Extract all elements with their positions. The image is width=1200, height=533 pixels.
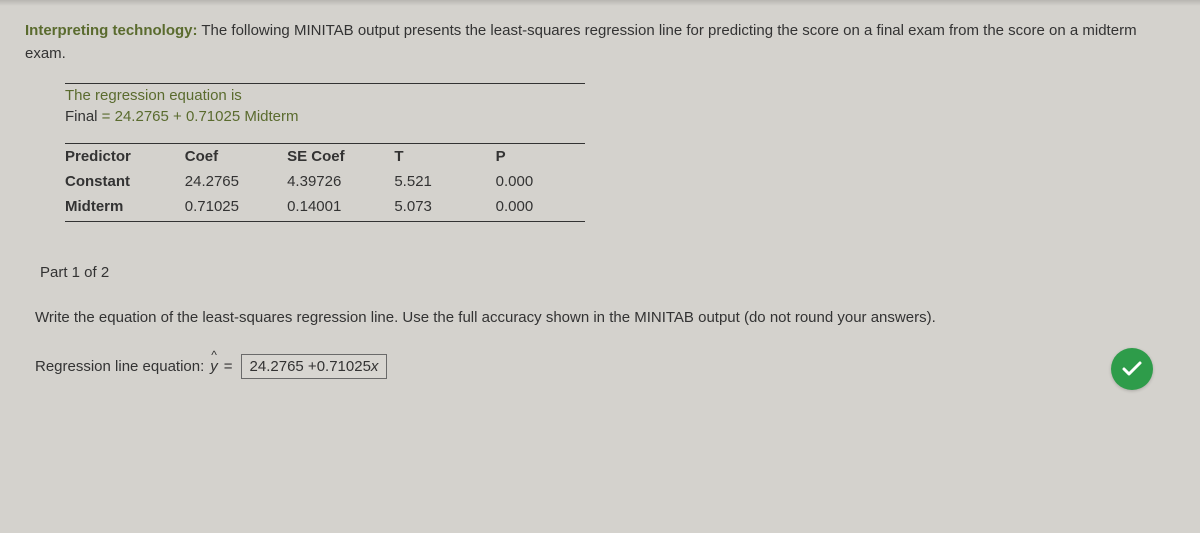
answer-eq: = xyxy=(224,358,233,375)
correct-badge xyxy=(1111,348,1153,390)
cell-se-0: 4.39726 xyxy=(287,169,394,194)
answer-line: Regression line equation: y = 24.2765 +0… xyxy=(35,354,1175,379)
intro-paragraph: Interpreting technology: The following M… xyxy=(25,20,1175,65)
table-header-row: Predictor Coef SE Coef T P xyxy=(65,144,585,170)
cell-t-1: 5.073 xyxy=(394,194,471,222)
yhat-symbol: y xyxy=(210,358,218,375)
th-coef: Coef xyxy=(185,144,287,170)
th-t: T xyxy=(394,144,471,170)
th-secoef: SE Coef xyxy=(287,144,394,170)
predictor-table: Predictor Coef SE Coef T P Constant 24.2… xyxy=(65,143,585,222)
regression-header: The regression equation is xyxy=(65,87,1175,104)
answer-value: 24.2765 +0.71025 xyxy=(250,358,371,375)
cell-coef-1: 0.71025 xyxy=(185,194,287,222)
cell-se-1: 0.14001 xyxy=(287,194,394,222)
reg-lhs: Final xyxy=(65,108,98,125)
reg-rhs: 24.2765 + 0.71025 Midterm xyxy=(115,108,299,125)
check-icon xyxy=(1120,357,1144,381)
answer-label: Regression line equation: xyxy=(35,358,204,375)
regression-block: The regression equation is Final = 24.27… xyxy=(65,83,1175,125)
cell-name-1: Midterm xyxy=(65,194,185,222)
cell-t-0: 5.521 xyxy=(394,169,471,194)
answer-xvar: x xyxy=(371,358,379,375)
th-p: P xyxy=(472,144,585,170)
reg-eq: = xyxy=(98,108,115,125)
intro-title: Interpreting technology: xyxy=(25,22,198,39)
regression-equation: Final = 24.2765 + 0.71025 Midterm xyxy=(65,108,1175,125)
table-row: Constant 24.2765 4.39726 5.521 0.000 xyxy=(65,169,585,194)
th-predictor: Predictor xyxy=(65,144,185,170)
cell-p-0: 0.000 xyxy=(472,169,585,194)
cell-coef-0: 24.2765 xyxy=(185,169,287,194)
table-row: Midterm 0.71025 0.14001 5.073 0.000 xyxy=(65,194,585,222)
answer-input[interactable]: 24.2765 +0.71025x xyxy=(241,354,388,379)
question-text: Write the equation of the least-squares … xyxy=(35,307,1175,330)
cell-name-0: Constant xyxy=(65,169,185,194)
part-label: Part 1 of 2 xyxy=(40,264,1175,281)
cell-p-1: 0.000 xyxy=(472,194,585,222)
